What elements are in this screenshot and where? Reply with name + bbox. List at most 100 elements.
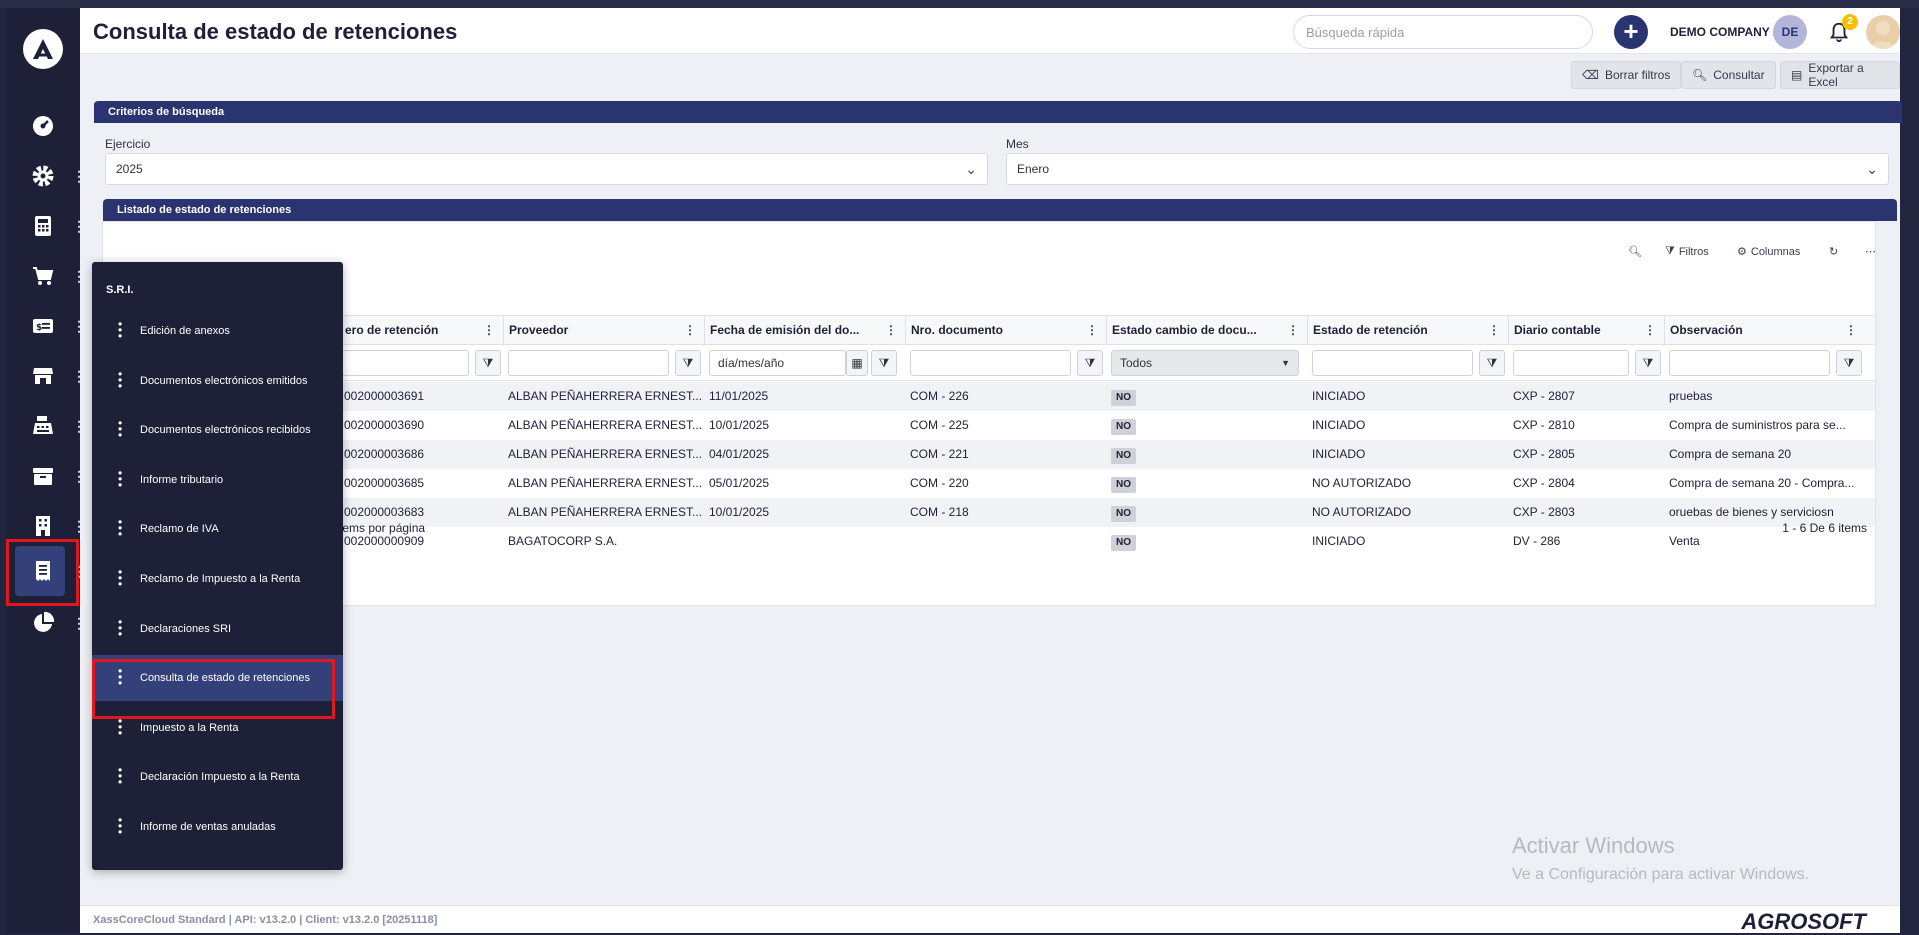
table-cell: INICIADO [1312, 447, 1366, 461]
submenu-item[interactable]: • • • Declaración Impuesto a la Renta [92, 754, 343, 800]
column-header[interactable]: Estado de retención ⋮ [1307, 316, 1508, 346]
export-excel-button[interactable]: ▤ Exportar a Excel [1780, 61, 1900, 89]
submenu-item-label: Informe tributario [140, 473, 224, 486]
month-select[interactable]: Enero ⌄ [1006, 153, 1889, 185]
submenu-item[interactable]: • • • Declaraciones SRI [92, 606, 343, 652]
filter-input[interactable] [508, 350, 669, 376]
submenu-item[interactable]: • • • Reclamo de Impuesto a la Renta [92, 556, 343, 602]
column-menu-icon[interactable]: ⋮ [1287, 316, 1299, 345]
column-menu-icon[interactable]: ⋮ [885, 316, 897, 345]
filter-icon[interactable]: ⧩ [675, 350, 701, 376]
app-window: ⋮ ⋮ ⋮ $ ⋮ ⋮ ⋮ ⋮ ⋮ ⋮ ⋮ Consulta de estado… [0, 0, 1919, 935]
chevron-down-icon: ⌄ [965, 161, 977, 177]
submenu-item[interactable]: • • • Informe tributario [92, 457, 343, 503]
table-cell: NO [1106, 527, 1307, 556]
sidebar-more-dots[interactable]: ⋮ [72, 218, 86, 234]
drag-dots-icon: • • • [118, 366, 123, 393]
user-avatar[interactable] [1866, 15, 1900, 49]
pagination-range: 1 - 6 De 6 items [1782, 521, 1867, 535]
pie-chart-icon[interactable] [28, 608, 58, 638]
table-row[interactable]: 002000003686 ALBAN PEÑAHERRERA ERNEST... 0… [103, 440, 1875, 469]
submenu-item[interactable]: • • • Documentos electrónicos emitidos [92, 358, 343, 404]
column-menu-icon[interactable]: ⋮ [483, 316, 495, 345]
column-header[interactable]: Observación ⋮ [1664, 316, 1865, 346]
more-options-icon[interactable]: ⋯ [1865, 245, 1876, 258]
add-button[interactable]: + [1614, 15, 1648, 49]
query-button[interactable]: 🔍︎ Consultar [1681, 61, 1776, 89]
submenu-item[interactable]: • • • Informe de ventas anuladas [92, 804, 343, 850]
sidebar-more-dots[interactable]: ⋮ [72, 468, 86, 484]
table-cell: INICIADO [1312, 389, 1366, 403]
state-filter-select[interactable]: Todos ▼ [1111, 350, 1299, 376]
column-menu-icon[interactable]: ⋮ [684, 316, 696, 345]
column-menu-icon[interactable]: ⋮ [1845, 316, 1857, 345]
sri-submenu: S.R.I. • • • Edición de anexos • • • Docume… [92, 262, 343, 870]
sidebar-more-dots[interactable]: ⋮ [72, 268, 86, 284]
clear-filters-button[interactable]: ⌫ Borrar filtros [1571, 61, 1682, 89]
grid-search-icon[interactable]: 🔍︎ [1628, 245, 1642, 258]
sidebar-more-dots[interactable]: ⋮ [72, 418, 86, 434]
column-header[interactable]: Diario contable ⋮ [1508, 316, 1664, 346]
funnel-icon: ⧩ [1665, 245, 1675, 257]
grid-columns-button[interactable]: ⚙ Columnas [1737, 245, 1800, 259]
box-icon[interactable] [28, 461, 58, 491]
column-header[interactable]: Nro. documento ⋮ [905, 316, 1106, 346]
table-cell [704, 527, 905, 556]
filter-input[interactable] [1513, 350, 1629, 376]
submenu-item[interactable]: • • • Edición de anexos [92, 308, 343, 354]
company-avatar[interactable]: DE [1773, 15, 1807, 49]
sidebar-more-dots[interactable]: ⋮ [72, 368, 86, 384]
filter-input[interactable] [1312, 350, 1473, 376]
calendar-icon[interactable]: ▦ [846, 350, 868, 376]
column-header[interactable]: ero de retención ⋮ [339, 316, 503, 346]
column-header[interactable]: Proveedor ⋮ [503, 316, 704, 346]
column-menu-icon[interactable]: ⋮ [1644, 316, 1656, 345]
dashboard-icon[interactable] [28, 111, 58, 141]
filter-icon[interactable]: ⧩ [871, 350, 897, 376]
grid-card: 🔍︎ ⧩ Filtros ⚙ Columnas ↻ ⋯ ero de reten… [102, 221, 1876, 606]
filter-icon[interactable]: ⧩ [1836, 350, 1862, 376]
filter-icon[interactable]: ⧩ [1479, 350, 1505, 376]
grid-filters-button[interactable]: ⧩ Filtros [1665, 245, 1709, 258]
column-menu-icon[interactable]: ⋮ [1086, 316, 1098, 345]
filter-input[interactable] [910, 350, 1071, 376]
drag-dots-icon: • • • [118, 416, 123, 443]
sidebar-more-dots[interactable]: ⋮ [72, 168, 86, 184]
submenu-item[interactable]: • • • Documentos electrónicos recibidos [92, 407, 343, 453]
filter-input[interactable] [339, 350, 469, 376]
table-row[interactable]: 002000003685 ALBAN PEÑAHERRERA ERNEST... 0… [103, 469, 1875, 498]
sidebar-more-dots[interactable]: ⋮ [72, 615, 86, 631]
sidebar-more-dots[interactable]: ⋮ [72, 518, 86, 534]
filter-input[interactable] [1669, 350, 1830, 376]
building-icon[interactable] [28, 511, 58, 541]
table-cell: 002000003691 [344, 389, 425, 403]
calculator-icon[interactable] [28, 211, 58, 241]
app-logo-icon[interactable] [22, 28, 64, 70]
page-header: Consulta de estado de retenciones + DEMO… [80, 8, 1900, 54]
store-icon[interactable] [28, 361, 58, 391]
cart-icon[interactable] [28, 261, 58, 291]
column-header[interactable]: Estado cambio de docu... ⋮ [1106, 316, 1307, 346]
cash-register-icon[interactable] [28, 411, 58, 441]
caret-down-icon: ▼ [1281, 358, 1290, 368]
column-header[interactable]: Fecha de emisión del do... ⋮ [704, 316, 905, 346]
billing-icon[interactable]: $ [28, 311, 58, 341]
filter-icon[interactable]: ⧩ [475, 350, 501, 376]
filter-icon[interactable]: ⧩ [1635, 350, 1661, 376]
year-select[interactable]: 2025 ⌄ [105, 153, 988, 185]
sidebar-more-dots[interactable]: ⋮ [72, 318, 86, 334]
company-name[interactable]: DEMO COMPANY 2 [1670, 25, 1780, 39]
items-per-page-label: tems por página [339, 521, 426, 535]
table-cell: NO [1106, 469, 1307, 498]
refresh-icon[interactable]: ↻ [1829, 245, 1838, 258]
date-filter-input[interactable]: día/mes/año [709, 350, 846, 376]
column-menu-icon[interactable]: ⋮ [1488, 316, 1500, 345]
status-badge: NO [1111, 506, 1136, 522]
table-cell: COM - 221 [910, 447, 969, 461]
table-row[interactable]: 002000003690 ALBAN PEÑAHERRERA ERNEST... 1… [103, 411, 1875, 440]
quick-search-input[interactable] [1293, 15, 1593, 49]
submenu-item[interactable]: • • • Reclamo de IVA [92, 506, 343, 552]
filter-icon[interactable]: ⧩ [1077, 350, 1103, 376]
gear-icon[interactable] [28, 161, 58, 191]
table-row[interactable]: 002000003691 ALBAN PEÑAHERRERA ERNEST... 1… [103, 382, 1875, 411]
